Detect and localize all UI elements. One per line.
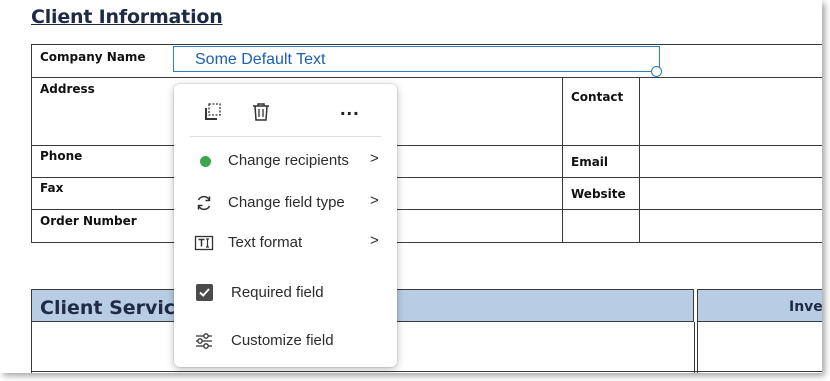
- menu-item-label: Change recipients: [228, 152, 349, 169]
- table-col-line: [639, 77, 640, 243]
- invoice-title: Inve: [789, 299, 822, 315]
- label-phone: Phone: [40, 149, 83, 163]
- sync-icon: [194, 193, 214, 213]
- table-row-line: [31, 145, 822, 146]
- table-row-line: [31, 209, 822, 210]
- table-border-bottom: [31, 242, 822, 243]
- services-col-line: [31, 322, 32, 373]
- field-context-menu: ... Change recipients > Change field typ…: [174, 84, 397, 367]
- menu-item-label: Text format: [228, 234, 303, 251]
- menu-item-text-format[interactable]: Text format >: [174, 226, 397, 260]
- services-col-line: [694, 322, 695, 373]
- label-website: Website: [571, 187, 626, 201]
- label-contact: Contact: [571, 90, 624, 104]
- chevron-right-icon: >: [370, 150, 379, 167]
- label-address: Address: [40, 82, 95, 96]
- table-row-line: [31, 77, 822, 78]
- copy-field-icon[interactable]: [201, 100, 225, 124]
- menu-toolbar: ...: [174, 84, 397, 136]
- status-dot-icon: [200, 156, 211, 167]
- menu-item-label: Required field: [231, 284, 324, 301]
- menu-item-change-recipients[interactable]: Change recipients >: [174, 144, 397, 178]
- section-title: Client Information: [31, 6, 223, 28]
- table-row-line: [31, 177, 822, 178]
- client-services-title: Client Servic: [40, 297, 176, 319]
- trash-icon[interactable]: [249, 100, 273, 124]
- document-page: Client Information Company Name Address …: [0, 0, 822, 373]
- chevron-right-icon: >: [370, 192, 379, 209]
- menu-item-change-field-type[interactable]: Change field type >: [174, 186, 397, 220]
- label-email: Email: [571, 155, 609, 169]
- table-col-line: [562, 77, 563, 243]
- table-border-top: [31, 44, 822, 45]
- label-company-name: Company Name: [40, 50, 146, 64]
- sliders-icon: [194, 331, 214, 351]
- table-border-left: [31, 44, 32, 243]
- services-col-line: [697, 322, 698, 373]
- label-fax: Fax: [40, 181, 64, 195]
- checkbox-checked-icon[interactable]: [196, 284, 213, 301]
- chevron-right-icon: >: [370, 232, 379, 249]
- field-resize-handle[interactable]: [651, 66, 662, 77]
- menu-item-customize-field[interactable]: Customize field: [174, 324, 397, 358]
- text-format-icon: [194, 233, 214, 253]
- company-name-text-field[interactable]: Some Default Text: [173, 46, 660, 72]
- menu-separator: [190, 136, 381, 137]
- menu-item-label: Customize field: [231, 332, 334, 349]
- menu-item-required-field[interactable]: Required field: [174, 276, 397, 310]
- label-order-number: Order Number: [40, 214, 137, 228]
- menu-item-label: Change field type: [228, 194, 345, 211]
- services-row-line: [31, 371, 822, 372]
- more-icon[interactable]: ...: [340, 98, 364, 122]
